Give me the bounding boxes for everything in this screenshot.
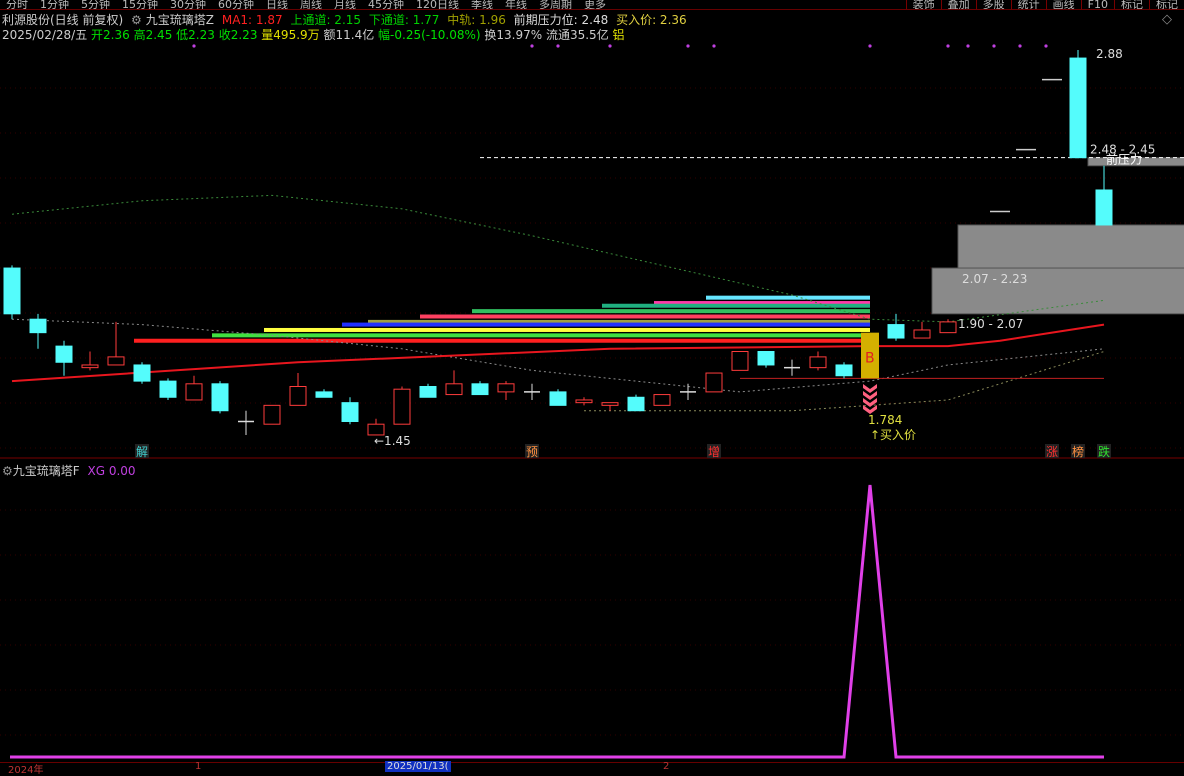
signal-dot [686, 44, 690, 48]
candle-up [913, 329, 931, 339]
candle-down [3, 267, 21, 315]
candle-up [81, 364, 99, 369]
candle-down [471, 383, 489, 396]
candle-down [341, 402, 359, 422]
support-bar [342, 322, 870, 327]
candle-down [315, 391, 333, 398]
sub-gear-icon[interactable]: ⚙ [2, 464, 13, 478]
x-tick: 1 [195, 761, 202, 772]
candle-down [549, 391, 567, 406]
support-bar [472, 309, 870, 314]
buy-arrow-icon [863, 384, 877, 393]
signal-label: 预 [526, 445, 538, 459]
sub-indicator-header: ⚙九宝琉璃塔F XG 0.00 [2, 462, 136, 479]
candle-up [575, 399, 593, 404]
signal-label: 增 [708, 445, 720, 459]
support-bar [264, 327, 870, 332]
xg-value: XG 0.00 [87, 464, 136, 478]
signal-label: 涨 [1046, 444, 1058, 459]
support-bar [420, 314, 870, 319]
signal-dot [992, 44, 996, 48]
buy-signal-letter: B [865, 351, 875, 367]
zone-label: 2.07 - 2.23 [962, 272, 1027, 286]
signal-dot [1018, 44, 1022, 48]
signal-label: 榜 [1072, 444, 1084, 459]
support-bar [212, 333, 870, 338]
support-bar [706, 295, 870, 300]
signal-dot [530, 44, 534, 48]
candle-up [731, 351, 749, 371]
candle-down [29, 318, 47, 334]
candle-down [55, 345, 73, 363]
high-price-label: 2.88 [1096, 47, 1123, 61]
candle-up [939, 321, 957, 334]
buy-label: ↑买入价 [870, 428, 916, 442]
candle-up [185, 383, 203, 401]
sub-indicator-name[interactable]: 九宝琉璃塔F [13, 464, 80, 478]
signal-dot [966, 44, 970, 48]
candle-up [653, 394, 671, 406]
signal-dot [946, 44, 950, 48]
x-tick: 2024年 [8, 765, 44, 776]
signal-label: 解 [136, 445, 148, 459]
main-chart[interactable]: B 1.784↑买入价 2.88 ←1.45 2.07 - 2.23 1.90 - 2.0… [0, 0, 1184, 771]
candle-down [211, 383, 229, 412]
support-bar [134, 338, 870, 343]
candle-down [835, 364, 853, 377]
xg-line [10, 484, 1104, 759]
signal-dot [556, 44, 560, 48]
candle-up [393, 388, 411, 425]
x-tick: 2 [663, 761, 670, 772]
zone-label: 1.90 - 2.07 [958, 317, 1023, 331]
candle-down [757, 351, 775, 366]
candle-up [705, 372, 723, 393]
candle-up [601, 402, 619, 406]
signal-dot [1044, 44, 1048, 48]
signal-dot [608, 44, 612, 48]
candle-up [263, 404, 281, 425]
candle-up [107, 356, 125, 366]
candle-down [159, 380, 177, 398]
signal-label: 跌 [1098, 444, 1110, 459]
pressure-tag: 前压力 [1106, 152, 1142, 167]
candle-down [1095, 189, 1113, 226]
candle-down [627, 396, 645, 412]
candle-down [1069, 57, 1087, 159]
candle-up [289, 386, 307, 406]
low-price-label: ←1.45 [374, 434, 411, 448]
candle-down [419, 386, 437, 398]
candle-down [887, 324, 905, 339]
pressure-zone [957, 224, 1184, 269]
candle-up [809, 356, 827, 369]
signal-dot [192, 44, 196, 48]
signal-dot [712, 44, 716, 48]
buy-price-label: 1.784 [868, 413, 902, 427]
x-cursor-date: 2025/01/13( [385, 761, 451, 772]
candle-up [445, 383, 463, 396]
candle-up [497, 383, 515, 393]
candle-down [133, 364, 151, 382]
signal-dot [868, 44, 872, 48]
